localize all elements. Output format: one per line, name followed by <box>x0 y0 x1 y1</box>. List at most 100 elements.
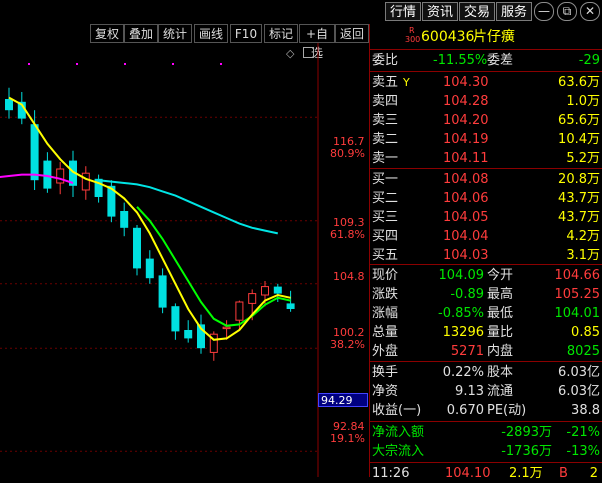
ask-label: 卖一 <box>372 151 399 166</box>
bid-price: 104.04 <box>443 229 489 244</box>
fin-value: 0.22% <box>442 365 484 380</box>
bid-row-3[interactable]: 买三 104.05 43.7万 <box>369 208 602 227</box>
ask-price: 104.30 <box>443 75 489 90</box>
bid-label: 买四 <box>372 229 399 244</box>
ask-price: 104.20 <box>443 113 489 128</box>
fin-label: PE(动) <box>487 403 527 418</box>
back-button[interactable]: 返回 <box>335 24 369 43</box>
candle-body-down <box>133 227 141 269</box>
bid-volume: 4.2万 <box>566 229 600 244</box>
bid-volume: 43.7万 <box>558 191 600 206</box>
fin-value: 6.03亿 <box>558 384 600 399</box>
candle-body-up <box>235 301 244 321</box>
candle-body-down <box>184 330 193 339</box>
restore-icon[interactable]: ⧉ <box>557 2 577 21</box>
ask-row-2[interactable]: 卖二 104.19 10.4万 <box>369 130 602 149</box>
candle-body-up <box>56 168 65 184</box>
ask-volume: 65.6万 <box>558 113 600 128</box>
tab-service[interactable]: 服务 <box>496 2 533 21</box>
add-watchlist-button[interactable]: +自选 <box>299 24 335 60</box>
stat-row: 外盘 5271 内盘 8025 <box>369 342 602 361</box>
current-price-box: 94.29 <box>318 393 368 407</box>
stat-label: 量比 <box>487 325 514 340</box>
ask-price: 104.11 <box>443 151 489 166</box>
draw-line-button[interactable]: 画线 <box>194 24 228 43</box>
pct-label-80-9: 80.9% <box>330 147 365 160</box>
stat-value: 104.66 <box>554 268 601 283</box>
bid-price: 104.05 <box>443 210 489 225</box>
bid-label: 买五 <box>372 248 399 263</box>
bid-volume: 43.7万 <box>558 210 600 225</box>
stat-row: 涨幅 -0.85% 最低 104.01 <box>369 304 602 323</box>
kline-chart[interactable]: ◇ 116.7 80.9% 109.3 61.8% 104.8 100.2 38… <box>0 43 368 477</box>
bid-row-1[interactable]: 买一 104.08 20.8万 <box>369 170 602 189</box>
candle-body-down <box>273 286 282 294</box>
tab-trade[interactable]: 交易 <box>459 2 496 21</box>
weicha-value: -29 <box>578 53 600 68</box>
bid-label: 买一 <box>372 172 399 187</box>
bid-label: 买二 <box>372 191 399 206</box>
stock-badge-bottom: 300 <box>405 35 421 44</box>
price-label-104-8: 104.8 <box>333 270 365 283</box>
stock-title-row: R 300 600436 片仔癀 <box>369 26 602 47</box>
settings-square-icon[interactable] <box>303 47 314 58</box>
tab-quotes[interactable]: 行情 <box>385 2 422 21</box>
tick-price: 104.10 <box>445 466 491 481</box>
fuquan-button[interactable]: 复权 <box>90 24 124 43</box>
candle-body-up <box>248 293 257 304</box>
flow-label: 净流入额 <box>372 425 425 440</box>
minimize-icon[interactable]: — <box>534 2 554 21</box>
fin-value: 9.13 <box>455 384 484 399</box>
ask-label: 卖四 <box>372 94 399 109</box>
bid-row-4[interactable]: 买四 104.04 4.2万 <box>369 227 602 246</box>
ask-row-3[interactable]: 卖三 104.20 65.6万 <box>369 111 602 130</box>
stock-badge-top: R <box>409 26 415 35</box>
marker-dot <box>172 63 174 65</box>
quote-panel: R 300 600436 片仔癀 委比 -11.55% 委差 -29 卖五 Y … <box>369 24 602 481</box>
f10-button[interactable]: F10 <box>230 24 262 43</box>
stat-value: 5271 <box>450 344 484 359</box>
stat-label: 最低 <box>487 306 514 321</box>
stat-value: 105.25 <box>554 287 601 302</box>
ask-row-1[interactable]: 卖一 104.11 5.2万 <box>369 149 602 168</box>
stat-value: 0.85 <box>571 325 600 340</box>
tick-row: 11:26 104.10 2.1万 B 2 <box>369 464 602 483</box>
pct-label-61-8: 61.8% <box>330 228 365 241</box>
ask-volume: 63.6万 <box>558 75 600 90</box>
bid-price: 104.06 <box>443 191 489 206</box>
bid-row-2[interactable]: 买二 104.06 43.7万 <box>369 189 602 208</box>
tick-time: 11:26 <box>372 466 410 481</box>
diamond-marker-icon[interactable]: ◇ <box>286 47 294 60</box>
stat-value: 104.09 <box>438 268 485 283</box>
close-icon[interactable]: ✕ <box>580 2 600 21</box>
bid-volume: 3.1万 <box>566 248 600 263</box>
overlay-button[interactable]: 叠加 <box>124 24 158 43</box>
ask-row-4[interactable]: 卖四 104.28 1.0万 <box>369 92 602 111</box>
fin-value: 6.03亿 <box>558 365 600 380</box>
ask-mark: Y <box>403 76 410 89</box>
flow-pct: -21% <box>566 425 600 440</box>
weibi-row: 委比 -11.55% 委差 -29 <box>369 51 602 70</box>
tab-news[interactable]: 资讯 <box>422 2 459 21</box>
fin-value: 0.670 <box>446 403 484 418</box>
tick-count: 2 <box>589 466 598 481</box>
stat-label: 最高 <box>487 287 514 302</box>
flow-value: -2893万 <box>501 425 552 440</box>
candles-layer <box>5 87 295 361</box>
fundamental-row: 换手 0.22% 股本 6.03亿 <box>369 363 602 382</box>
candle-body-down <box>171 306 180 332</box>
bid-row-5[interactable]: 买五 104.03 3.1万 <box>369 246 602 265</box>
stat-label: 外盘 <box>372 344 399 359</box>
tick-bs: B <box>559 466 568 481</box>
candle-body-down <box>286 303 295 309</box>
stat-value: -0.89 <box>450 287 484 302</box>
chart-grid <box>0 43 319 477</box>
stat-value: 13296 <box>442 325 484 340</box>
mark-button[interactable]: 标记 <box>264 24 298 43</box>
marker-dot <box>28 63 30 65</box>
ask-row-5[interactable]: 卖五 Y 104.30 63.6万 <box>369 73 602 92</box>
statistics-button[interactable]: 统计 <box>158 24 192 43</box>
pct-label-38-2: 38.2% <box>330 338 365 351</box>
flow-pct: -13% <box>566 444 600 459</box>
weibi-label: 委比 <box>372 53 399 68</box>
